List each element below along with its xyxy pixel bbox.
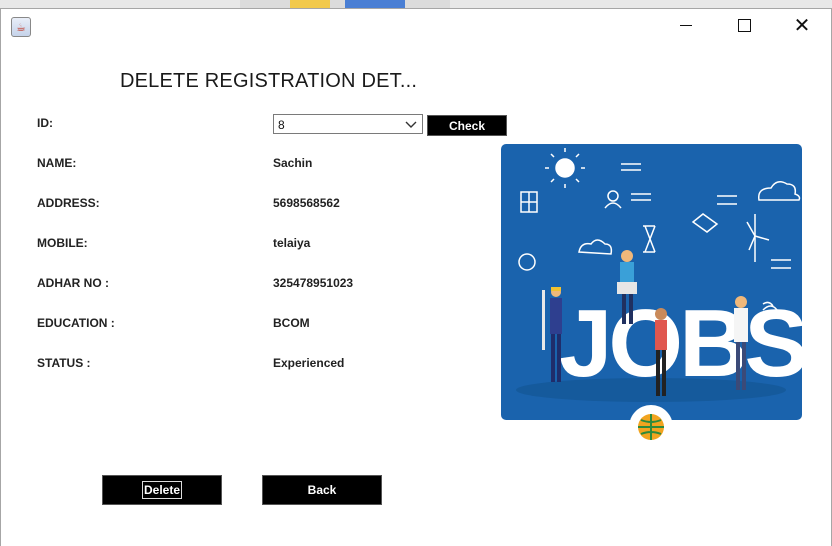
- status-value: Experienced: [273, 356, 345, 370]
- mobile-value: telaiya: [273, 236, 311, 250]
- name-value: Sachin: [273, 156, 313, 170]
- desktop-background: [0, 0, 832, 8]
- minimize-icon: [680, 24, 692, 26]
- minimize-button[interactable]: [657, 9, 715, 41]
- mobile-label: MOBILE:: [37, 236, 88, 250]
- java-cup-icon[interactable]: ☕: [11, 17, 31, 37]
- education-value: BCOM: [273, 316, 310, 330]
- page-title: DELETE REGISTRATION DET...: [120, 70, 418, 92]
- background-window-strip-blue: [345, 0, 405, 8]
- jobs-illustration: JOBS: [516, 148, 809, 449]
- jobs-poster-image: JOBS: [501, 144, 809, 449]
- title-bar: ☕ ✕: [1, 9, 831, 41]
- background-window-strip-yellow: [290, 0, 330, 8]
- address-value: 5698568562: [273, 196, 340, 210]
- address-label: ADDRESS:: [37, 196, 100, 210]
- id-label: ID:: [37, 116, 53, 130]
- maximize-icon: [737, 18, 751, 32]
- adhar-value: 325478951023: [273, 276, 354, 290]
- education-label: EDUCATION :: [37, 316, 115, 330]
- maximize-button[interactable]: [715, 9, 773, 41]
- id-combobox[interactable]: 8: [273, 114, 423, 134]
- close-button[interactable]: ✕: [773, 9, 831, 41]
- adhar-label: ADHAR NO :: [37, 276, 109, 290]
- delete-button-label: Delete: [141, 481, 183, 499]
- chevron-down-icon: [405, 121, 417, 128]
- close-icon: ✕: [793, 13, 811, 37]
- check-button[interactable]: Check: [427, 115, 507, 136]
- app-window: ☕ ✕ DELETE REGISTRATION DET... ID: 8 Che…: [0, 8, 832, 546]
- back-button[interactable]: Back: [262, 475, 382, 505]
- id-selected-value: 8: [278, 118, 285, 132]
- name-label: NAME:: [37, 156, 77, 170]
- delete-button[interactable]: Delete: [102, 475, 222, 505]
- status-label: STATUS :: [37, 356, 91, 370]
- jobs-text: JOBS: [559, 290, 805, 397]
